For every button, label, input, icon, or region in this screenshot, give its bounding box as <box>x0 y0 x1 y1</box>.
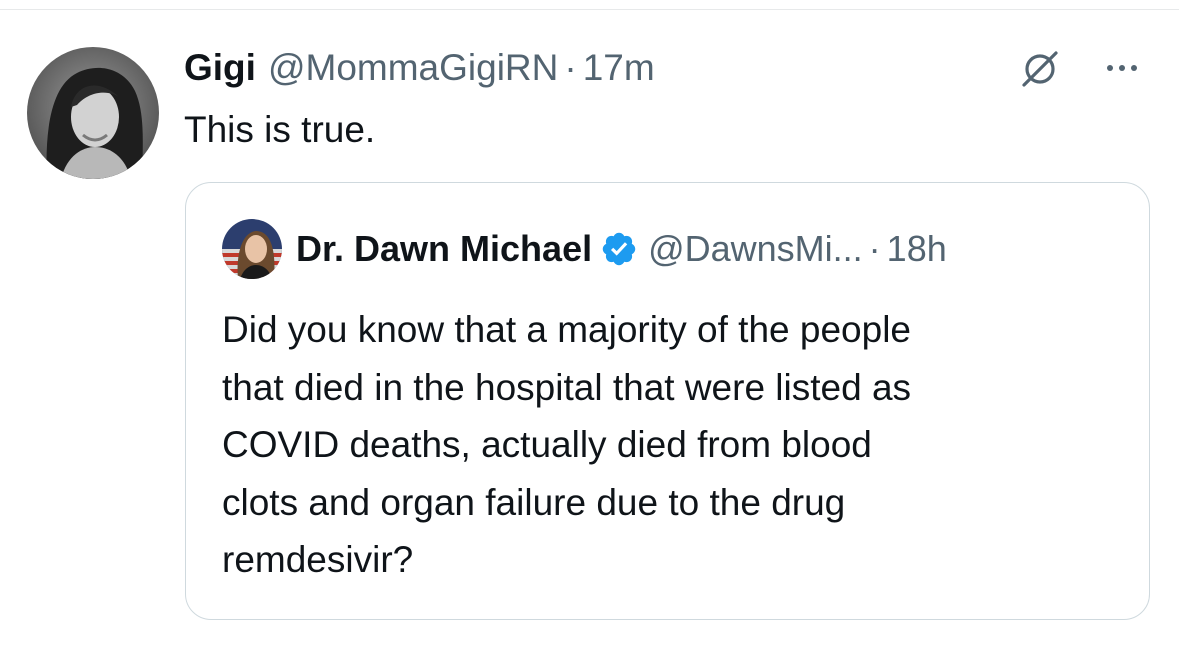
quoted-author-name[interactable]: Dr. Dawn Michael <box>296 226 592 272</box>
tweet-header: Gigi @MommaGigiRN · 17m <box>184 46 655 90</box>
author-name[interactable]: Gigi <box>184 46 256 90</box>
separator-dot: · <box>868 228 881 269</box>
quoted-tweet-text: Did you know that a majority of the peop… <box>222 301 1122 589</box>
verified-badge-icon[interactable] <box>600 230 638 268</box>
tweet-timestamp[interactable]: 17m <box>583 46 655 90</box>
tweet-text: This is true. <box>184 109 376 150</box>
more-dot <box>1119 65 1125 71</box>
tweet[interactable]: Gigi @MommaGigiRN · 17m This is true. Dr… <box>0 0 1179 646</box>
quoted-author-handle[interactable]: @DawnsMi... <box>648 226 863 272</box>
quoted-tweet-header: Dr. Dawn Michael @DawnsMi... · 18h <box>296 226 947 272</box>
more-dots-icon[interactable] <box>1094 50 1150 86</box>
quoted-tweet[interactable]: Dr. Dawn Michael @DawnsMi... · 18h Did y… <box>185 182 1150 620</box>
author-handle[interactable]: @MommaGigiRN <box>268 46 558 90</box>
quoted-text-line: COVID deaths, actually died from blood <box>222 424 872 465</box>
quoted-text-line: remdesivir? <box>222 539 414 580</box>
more-dot <box>1107 65 1113 71</box>
separator-dot: · <box>564 47 577 88</box>
slash-circle-icon[interactable] <box>1018 46 1062 90</box>
author-avatar[interactable] <box>27 47 159 179</box>
quoted-tweet-timestamp[interactable]: 18h <box>887 226 947 272</box>
more-dot <box>1131 65 1137 71</box>
quoted-text-line: Did you know that a majority of the peop… <box>222 309 911 350</box>
quoted-text-line: clots and organ failure due to the drug <box>222 481 846 523</box>
quoted-text-line: that died in the hospital that were list… <box>222 366 912 408</box>
quoted-author-avatar[interactable] <box>222 219 282 279</box>
